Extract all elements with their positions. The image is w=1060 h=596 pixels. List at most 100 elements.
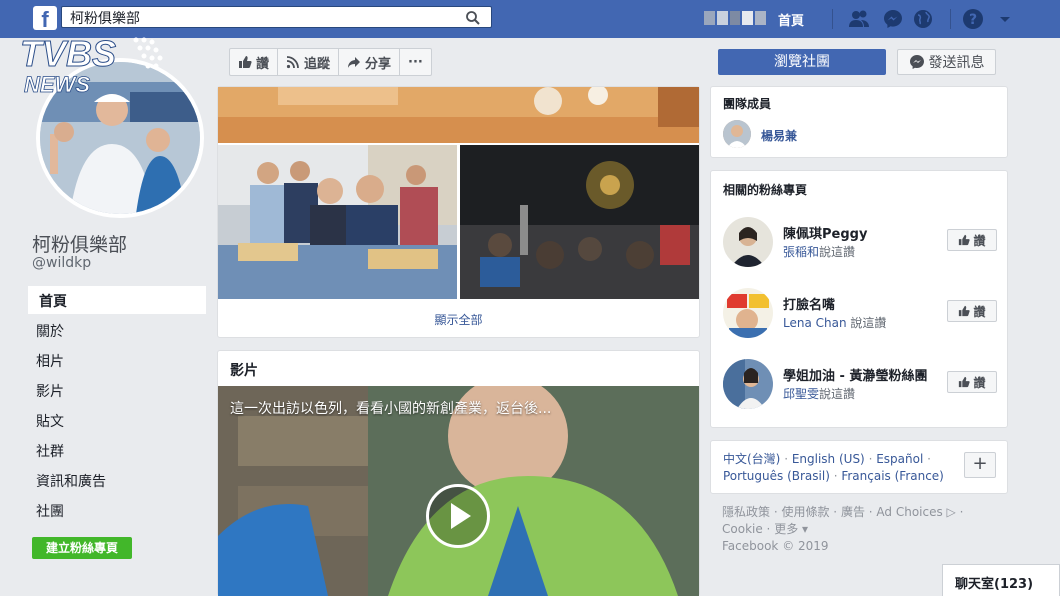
nav-home[interactable]: 首頁: [28, 286, 206, 314]
nav-posts[interactable]: 貼文: [28, 406, 206, 434]
page-username[interactable]: @wildkp: [32, 255, 91, 271]
like-related-page-button[interactable]: 讚: [947, 229, 997, 251]
privacy-link[interactable]: 隱私政策: [722, 505, 770, 519]
help-icon[interactable]: ?: [962, 8, 984, 30]
create-page-button[interactable]: 建立粉絲專頁: [32, 537, 132, 559]
related-page-item: 陳佩琪Peggy 張稲和說這讚 讚: [711, 217, 1007, 277]
show-all-photos-link[interactable]: 顯示全部: [218, 311, 699, 328]
related-page-avatar[interactable]: [723, 217, 773, 267]
thumbs-up-icon: [239, 56, 252, 68]
friend-name-link[interactable]: Lena Chan: [783, 316, 847, 330]
search-icon[interactable]: [465, 10, 481, 26]
follow-label: 追蹤: [304, 56, 331, 72]
related-pages-card: 相關的粉絲專頁 陳佩琪Peggy 張稲和說這讚 讚 打臉名嘴 Lena Chan…: [710, 170, 1008, 428]
share-label: 分享: [365, 56, 392, 72]
facebook-logo-icon[interactable]: f: [33, 6, 57, 30]
thumbs-up-icon: [959, 305, 971, 317]
play-button[interactable]: [426, 484, 490, 548]
divider: [950, 9, 951, 29]
related-page-name[interactable]: 學姐加油 - 黃瀞瑩粉絲團: [783, 365, 927, 384]
like-page-button[interactable]: 讚: [230, 49, 279, 75]
svg-text:?: ?: [969, 12, 977, 28]
language-selector-card: 中文(台灣) · English (US) · Español · Portug…: [710, 440, 1008, 494]
account-menu-caret-icon[interactable]: [994, 8, 1016, 30]
member-avatar[interactable]: [723, 120, 751, 148]
language-link[interactable]: Español: [876, 452, 923, 466]
nav-community[interactable]: 社群: [28, 436, 206, 464]
likes-suffix: 說這讚: [819, 245, 856, 259]
add-language-button[interactable]: +: [964, 452, 996, 478]
svg-text:NEWS: NEWS: [24, 72, 90, 96]
language-list: 中文(台灣) · English (US) · Español · Portug…: [723, 452, 944, 483]
ads-link[interactable]: 廣告: [841, 505, 865, 519]
language-link[interactable]: 中文(台灣): [723, 452, 780, 466]
team-members-title: 團隊成員: [723, 97, 772, 111]
related-page-item: 學姐加油 - 黃瀞瑩粉絲團 邱聖雯說這讚 讚: [711, 359, 1007, 419]
tvbs-news-watermark-logo: TVBS NEWS: [20, 33, 163, 96]
friend-name-link[interactable]: 張稲和: [783, 245, 819, 259]
member-name[interactable]: 楊易兼: [761, 127, 797, 144]
related-page-social-context: Lena Chan 說這讚: [783, 314, 886, 331]
related-page-social-context: 邱聖雯說這讚: [783, 385, 855, 402]
related-page-avatar[interactable]: [723, 288, 773, 338]
share-arrow-icon: [348, 57, 361, 68]
share-button[interactable]: 分享: [339, 49, 401, 75]
related-page-name[interactable]: 陳佩琪Peggy: [783, 223, 867, 242]
divider: [832, 9, 833, 29]
notifications-globe-icon[interactable]: [912, 8, 934, 30]
friend-requests-icon[interactable]: [848, 8, 870, 30]
follow-button[interactable]: 追蹤: [278, 49, 340, 75]
nav-about[interactable]: 關於: [28, 316, 206, 344]
like-label: 讚: [256, 56, 270, 72]
related-page-avatar[interactable]: [723, 359, 773, 409]
like-related-page-button[interactable]: 讚: [947, 371, 997, 393]
videos-section: 影片 這一次出訪以色列，看看小國的新創產業，返台後...: [217, 350, 700, 596]
more-options-button[interactable]: ···: [400, 49, 431, 75]
copyright: Facebook © 2019: [722, 539, 829, 553]
more-link[interactable]: 更多 ▾: [774, 522, 808, 536]
friend-name-link[interactable]: 邱聖雯: [783, 387, 819, 401]
search-box[interactable]: [61, 6, 492, 28]
like-related-page-button[interactable]: 讚: [947, 300, 997, 322]
like-label: 讚: [973, 375, 986, 390]
cookies-link[interactable]: Cookie: [722, 522, 763, 536]
team-members-card: 團隊成員 楊易兼: [710, 86, 1008, 158]
language-link[interactable]: Français (France): [841, 469, 944, 483]
home-link[interactable]: 首頁: [778, 10, 804, 29]
messenger-icon[interactable]: [882, 8, 904, 30]
terms-link[interactable]: 使用條款: [781, 505, 829, 519]
browse-groups-button[interactable]: 瀏覽社團: [718, 49, 886, 75]
play-icon: [451, 503, 471, 529]
svg-text:TVBS: TVBS: [20, 33, 116, 74]
nav-videos[interactable]: 影片: [28, 376, 206, 404]
search-input[interactable]: [68, 8, 452, 28]
language-link[interactable]: English (US): [792, 452, 865, 466]
page-action-bar: 讚 追蹤 分享 ···: [229, 48, 432, 76]
related-page-social-context: 張稲和說這讚: [783, 243, 855, 260]
video-player[interactable]: 這一次出訪以色列，看看小國的新創產業，返台後...: [218, 386, 699, 596]
profile-shortcut-pixelated[interactable]: [704, 11, 766, 25]
related-page-item: 打臉名嘴 Lena Chan 說這讚 讚: [711, 288, 1007, 348]
nav-photos[interactable]: 相片: [28, 346, 206, 374]
chat-sidebar-button[interactable]: 聊天室(123): [942, 564, 1060, 596]
thumbs-up-icon: [959, 376, 971, 388]
like-label: 讚: [973, 304, 986, 319]
like-label: 讚: [973, 233, 986, 248]
photo-thumbnail-classroom[interactable]: [218, 145, 457, 299]
page-title: 柯粉俱樂部: [32, 234, 128, 256]
nav-info-and-ads[interactable]: 資訊和廣告: [28, 466, 206, 494]
nav-groups[interactable]: 社團: [28, 496, 206, 524]
send-message-label: 發送訊息: [928, 55, 985, 71]
video-caption: 這一次出訪以色列，看看小國的新創產業，返台後...: [230, 401, 552, 417]
photo-thumbnail-table[interactable]: [218, 87, 699, 143]
messenger-icon: [909, 55, 924, 69]
thumbs-up-icon: [959, 234, 971, 246]
likes-suffix: 說這讚: [819, 387, 856, 401]
language-link[interactable]: Português (Brasil): [723, 469, 830, 483]
footer-links: 隱私政策 · 使用條款 · 廣告 · Ad Choices ▷ · Cookie…: [722, 505, 964, 553]
photo-thumbnail-night-crowd[interactable]: [460, 145, 699, 299]
ad-choices-link[interactable]: Ad Choices ▷: [876, 505, 955, 519]
related-page-name[interactable]: 打臉名嘴: [783, 294, 835, 313]
related-pages-title: 相關的粉絲專頁: [723, 183, 808, 197]
send-message-button[interactable]: 發送訊息: [897, 49, 996, 75]
